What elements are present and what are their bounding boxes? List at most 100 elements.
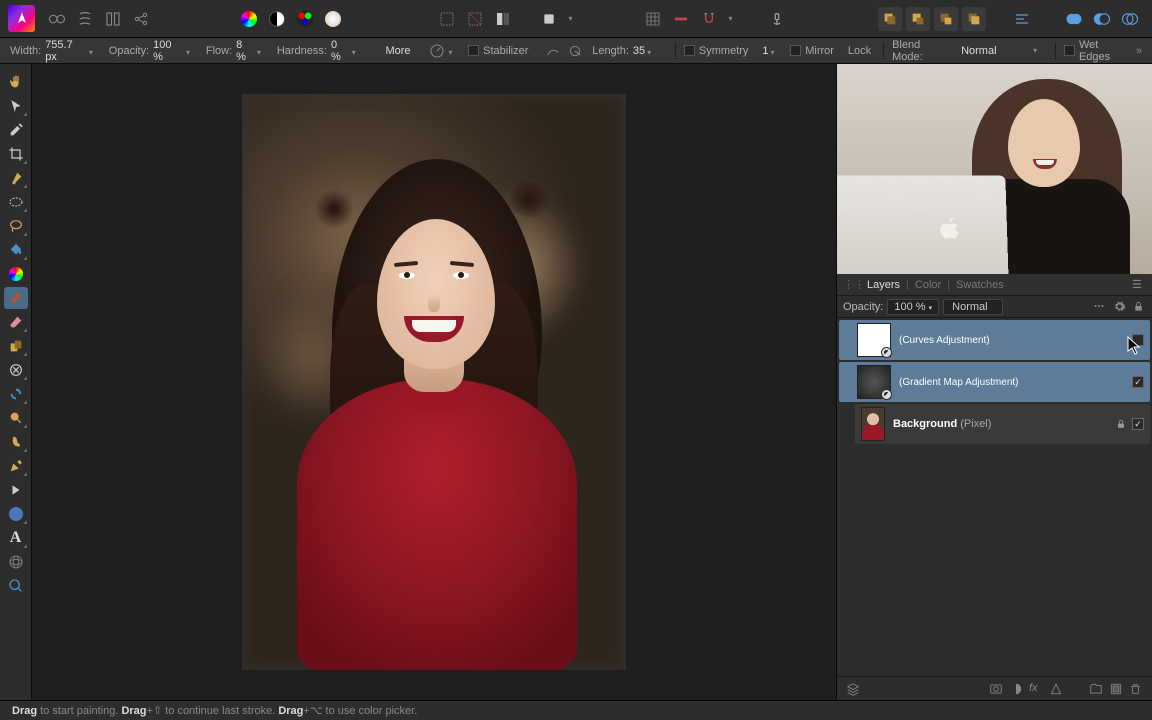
- mirror-checkbox[interactable]: [790, 45, 801, 56]
- layer-stack-icon[interactable]: [846, 682, 860, 696]
- layer-gear-icon[interactable]: [1113, 300, 1126, 313]
- crop-layer-icon[interactable]: [1049, 682, 1063, 696]
- quickmask-dropdown-icon[interactable]: ▾: [565, 7, 577, 31]
- magnet-dropdown-icon[interactable]: ▾: [725, 7, 737, 31]
- layer-row-gradientmap[interactable]: (Gradient Map Adjustment): [839, 362, 1150, 402]
- stabilizer-checkbox[interactable]: [468, 45, 479, 56]
- marquee-tool-icon[interactable]: [4, 191, 28, 213]
- arrange-back-icon[interactable]: [878, 7, 902, 31]
- paint-brush-tool-icon[interactable]: [4, 287, 28, 309]
- length-value[interactable]: 35: [633, 45, 645, 57]
- hand-tool-icon[interactable]: [4, 71, 28, 93]
- color-wheel-icon[interactable]: [237, 7, 261, 31]
- more-button[interactable]: More: [385, 45, 410, 57]
- liquify-icon[interactable]: [73, 7, 97, 31]
- boolean-int-icon[interactable]: [1118, 7, 1142, 31]
- layer-row-curves[interactable]: (Curves Adjustment): [839, 320, 1150, 360]
- color-bw-icon[interactable]: [265, 7, 289, 31]
- panel-grip-icon[interactable]: ⋮⋮: [843, 278, 857, 292]
- stabilizer-mode1-icon[interactable]: [545, 43, 561, 59]
- layer-blend-select[interactable]: Normal: [943, 299, 1003, 315]
- symmetry-value[interactable]: 1: [762, 45, 768, 57]
- lock-label[interactable]: Lock: [848, 45, 871, 57]
- selection-cross-icon[interactable]: [463, 7, 487, 31]
- arrange-forward-icon[interactable]: [934, 7, 958, 31]
- text-tool-icon[interactable]: A: [4, 527, 28, 549]
- layer-options-icon[interactable]: [1093, 300, 1106, 313]
- width-value[interactable]: 755.7 px: [45, 39, 87, 63]
- magnet-icon[interactable]: [697, 7, 721, 31]
- boolean-sub-icon[interactable]: [1090, 7, 1114, 31]
- dodge-tool-icon[interactable]: [4, 407, 28, 429]
- node-tool-icon[interactable]: [4, 479, 28, 501]
- mesh-tool-icon[interactable]: [4, 551, 28, 573]
- flow-value[interactable]: 8 %: [236, 39, 255, 63]
- flood-fill-tool-icon[interactable]: [4, 239, 28, 261]
- crop-tool-icon[interactable]: [4, 143, 28, 165]
- persona-icon[interactable]: [45, 7, 69, 31]
- mask-icon[interactable]: [989, 682, 1003, 696]
- length-dropdown-icon[interactable]: [647, 46, 657, 56]
- document-image[interactable]: [242, 94, 626, 670]
- boolean-add-icon[interactable]: [1062, 7, 1086, 31]
- share-icon[interactable]: [129, 7, 153, 31]
- smudge-tool-icon[interactable]: [4, 431, 28, 453]
- gradient-tool-icon[interactable]: [4, 263, 28, 285]
- pressure-dropdown-icon[interactable]: [448, 46, 458, 56]
- adjustment-icon[interactable]: [1009, 682, 1023, 696]
- healing-tool-icon[interactable]: [4, 359, 28, 381]
- tab-color[interactable]: Color: [909, 279, 947, 291]
- group-icon[interactable]: [1089, 682, 1103, 696]
- canvas[interactable]: [32, 64, 836, 700]
- arrange-backward-icon[interactable]: [906, 7, 930, 31]
- overflow-icon[interactable]: »: [1136, 45, 1142, 57]
- blendmode-value[interactable]: Normal: [961, 45, 1031, 57]
- inpainting-tool-icon[interactable]: [4, 383, 28, 405]
- info-icon[interactable]: [765, 7, 789, 31]
- hardness-value[interactable]: 0 %: [331, 39, 350, 63]
- panel-menu-icon[interactable]: ☰: [1132, 278, 1146, 292]
- refine-icon[interactable]: [491, 7, 515, 31]
- tab-layers[interactable]: Layers: [861, 279, 906, 291]
- grid-icon[interactable]: [641, 7, 665, 31]
- pen-tool-icon[interactable]: [4, 455, 28, 477]
- layer-visible-checkbox[interactable]: [1132, 418, 1144, 430]
- layer-row-background[interactable]: Background (Pixel): [855, 404, 1150, 444]
- delete-layer-icon[interactable]: [1129, 682, 1143, 696]
- opacity-value[interactable]: 100 %: [153, 39, 184, 63]
- erase-tool-icon[interactable]: [4, 311, 28, 333]
- pressure-icon[interactable]: [429, 43, 445, 59]
- align-icon[interactable]: [1010, 7, 1034, 31]
- lasso-tool-icon[interactable]: [4, 215, 28, 237]
- width-dropdown-icon[interactable]: [89, 46, 99, 56]
- add-layer-icon[interactable]: [1109, 682, 1123, 696]
- arrange-front-icon[interactable]: [962, 7, 986, 31]
- layer-lock-icon[interactable]: [1133, 300, 1146, 313]
- symmetry-checkbox[interactable]: [684, 45, 695, 56]
- selection-rect-icon[interactable]: [435, 7, 459, 31]
- layer-opacity-value[interactable]: 100 % ▾: [887, 299, 939, 315]
- move-tool-icon[interactable]: [4, 95, 28, 117]
- layer-visible-checkbox[interactable]: [1132, 376, 1144, 388]
- symmetry-dropdown-icon[interactable]: [770, 46, 780, 56]
- color-soft-icon[interactable]: [321, 7, 345, 31]
- zoom-tool-icon[interactable]: [4, 575, 28, 597]
- colorpicker-tool-icon[interactable]: [4, 119, 28, 141]
- stabilizer-mode2-icon[interactable]: [567, 43, 583, 59]
- snapping-icon[interactable]: [669, 7, 693, 31]
- layer-visible-checkbox[interactable]: [1132, 334, 1144, 346]
- color-rgb-icon[interactable]: [293, 7, 317, 31]
- shape-tool-icon[interactable]: [4, 503, 28, 525]
- opacity-dropdown-icon[interactable]: [186, 46, 196, 56]
- tab-swatches[interactable]: Swatches: [950, 279, 1010, 291]
- flow-dropdown-icon[interactable]: [257, 46, 267, 56]
- develop-icon[interactable]: [101, 7, 125, 31]
- quickmask-icon[interactable]: [537, 7, 561, 31]
- fx-icon[interactable]: fx: [1029, 682, 1043, 696]
- selection-brush-tool-icon[interactable]: [4, 167, 28, 189]
- clone-tool-icon[interactable]: [4, 335, 28, 357]
- wetedges-checkbox[interactable]: [1064, 45, 1075, 56]
- app-logo[interactable]: [8, 5, 35, 32]
- blendmode-dropdown-icon[interactable]: ▾: [1033, 46, 1037, 55]
- hardness-dropdown-icon[interactable]: [352, 46, 362, 56]
